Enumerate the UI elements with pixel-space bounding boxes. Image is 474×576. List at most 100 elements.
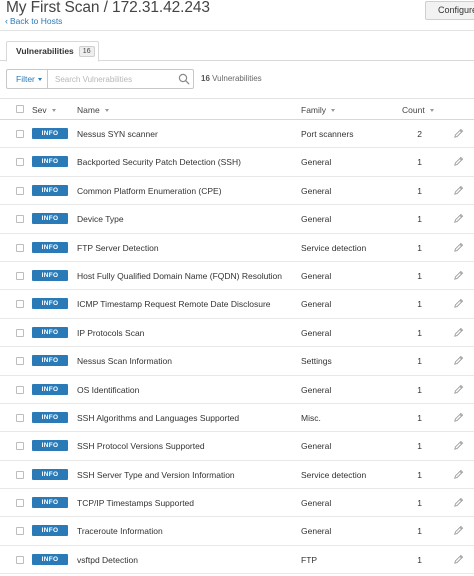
tab-vulnerabilities-label: Vulnerabilities [16,46,74,56]
search-vulnerabilities-input[interactable] [48,69,194,89]
pencil-icon[interactable] [453,270,464,281]
vulnerability-name: SSH Algorithms and Languages Supported [77,412,240,423]
table-row[interactable]: INFO OS Identification General 1 [0,376,474,404]
row-checkbox[interactable] [16,385,24,394]
vulnerability-count-cell: 1 [417,157,422,168]
pencil-icon[interactable] [453,242,464,253]
row-checkbox[interactable] [16,470,24,479]
tab-vulnerabilities[interactable]: Vulnerabilities 16 [6,41,99,62]
vulnerability-count-cell: 1 [417,469,422,480]
vulnerability-name: OS Identification [77,384,140,395]
row-checkbox[interactable] [16,527,24,536]
vulnerability-count-cell: 1 [417,526,422,537]
severity-badge: INFO [32,213,68,225]
table-row[interactable]: INFO SSH Protocol Versions Supported Gen… [0,432,474,461]
tab-count-badge: 16 [78,46,95,57]
pencil-icon[interactable] [453,525,464,536]
table-row[interactable]: INFO TCP/IP Timestamps Supported General… [0,489,474,518]
vulnerability-name: Traceroute Information [77,526,163,537]
severity-badge: INFO [32,326,68,338]
table-row[interactable]: INFO ICMP Timestamp Request Remote Date … [0,290,474,319]
row-checkbox[interactable] [16,243,24,252]
vulnerability-count-cell: 1 [417,185,422,196]
column-header-name-label: Name [77,105,100,115]
row-checkbox[interactable] [16,186,24,195]
sort-caret-icon [104,109,109,112]
search-icon[interactable] [178,73,190,85]
vulnerability-family: Service detection [301,242,367,253]
pencil-icon[interactable] [453,327,464,338]
pencil-icon[interactable] [453,469,464,480]
row-checkbox[interactable] [16,130,24,138]
row-checkbox[interactable] [16,300,24,309]
column-header-family[interactable]: Family [301,105,336,115]
configure-button[interactable]: Configure [425,1,474,20]
vulnerability-family: General [301,157,332,168]
pencil-icon[interactable] [453,412,464,423]
vulnerability-family: Settings [301,356,332,367]
severity-badge: INFO [32,440,68,452]
table-row[interactable]: INFO Nessus Scan Information Settings 1 [0,347,474,376]
column-header-sev[interactable]: Sev [32,105,56,115]
vulnerability-count-number: 16 [201,74,210,83]
pencil-icon[interactable] [453,355,464,366]
row-checkbox[interactable] [16,215,24,224]
table-row[interactable]: INFO Device Type General 1 [0,205,474,234]
vulnerabilities-table: Sev Name Family Count INFO Nessus SYN sc… [0,98,474,575]
vulnerability-name: Common Platform Enumeration (CPE) [77,185,222,196]
column-header-count[interactable]: Count [402,105,434,115]
vulnerability-count-cell: 1 [417,554,422,565]
pencil-icon[interactable] [453,156,464,167]
table-row[interactable]: INFO SSH Algorithms and Languages Suppor… [0,404,474,433]
select-all-checkbox[interactable] [16,105,24,113]
vulnerability-family: Misc. [301,412,321,423]
pencil-icon[interactable] [453,128,464,139]
vulnerability-count-cell: 2 [417,129,422,139]
filter-label: Filter [16,74,35,84]
header-divider [0,30,474,31]
back-to-hosts-link[interactable]: ‹ Back to Hosts [5,16,62,26]
vulnerability-count-cell: 1 [417,327,422,338]
back-to-hosts-label: Back to Hosts [10,16,63,26]
pencil-icon[interactable] [453,298,464,309]
table-row[interactable]: INFO IP Protocols Scan General 1 [0,319,474,348]
pencil-icon[interactable] [453,440,464,451]
row-checkbox[interactable] [16,328,24,337]
vulnerability-name: FTP Server Detection [77,242,159,253]
vulnerability-family: General [301,498,332,509]
vulnerability-count-cell: 1 [417,441,422,452]
pencil-icon[interactable] [453,185,464,196]
row-checkbox[interactable] [16,499,24,508]
pencil-icon[interactable] [453,554,464,565]
table-row[interactable]: INFO FTP Server Detection Service detect… [0,234,474,262]
severity-badge: INFO [32,269,68,281]
row-checkbox[interactable] [16,413,24,422]
table-row[interactable]: INFO Host Fully Qualified Domain Name (F… [0,262,474,291]
table-row[interactable]: INFO Backported Security Patch Detection… [0,148,474,177]
table-row[interactable]: INFO Common Platform Enumeration (CPE) G… [0,177,474,206]
pencil-icon[interactable] [453,497,464,508]
row-checkbox[interactable] [16,555,24,564]
tab-bar: Vulnerabilities 16 [0,41,474,62]
filter-dropdown-button[interactable]: Filter [6,69,48,89]
table-row[interactable]: INFO Nessus SYN scanner Port scanners 2 [0,120,474,149]
row-checkbox[interactable] [16,357,24,366]
pencil-icon[interactable] [453,384,464,395]
pencil-icon[interactable] [453,213,464,224]
column-header-name[interactable]: Name [77,105,109,115]
row-checkbox[interactable] [16,158,24,167]
vulnerability-count-cell: 1 [417,270,422,281]
column-header-count-label: Count [402,105,425,115]
table-row[interactable]: INFO Traceroute Information General 1 [0,517,474,546]
vulnerability-count-cell: 1 [417,384,422,395]
table-row[interactable]: INFO SSH Server Type and Version Informa… [0,461,474,490]
sort-caret-icon [331,109,336,112]
column-header-family-label: Family [301,105,327,115]
vulnerability-family: General [301,214,332,225]
vulnerability-name: TCP/IP Timestamps Supported [77,498,195,509]
severity-badge: INFO [32,411,68,423]
row-checkbox[interactable] [16,442,24,451]
table-row[interactable]: INFO vsftpd Detection FTP 1 [0,546,474,575]
vulnerability-name: ICMP Timestamp Request Remote Date Discl… [77,299,271,310]
row-checkbox[interactable] [16,271,24,280]
